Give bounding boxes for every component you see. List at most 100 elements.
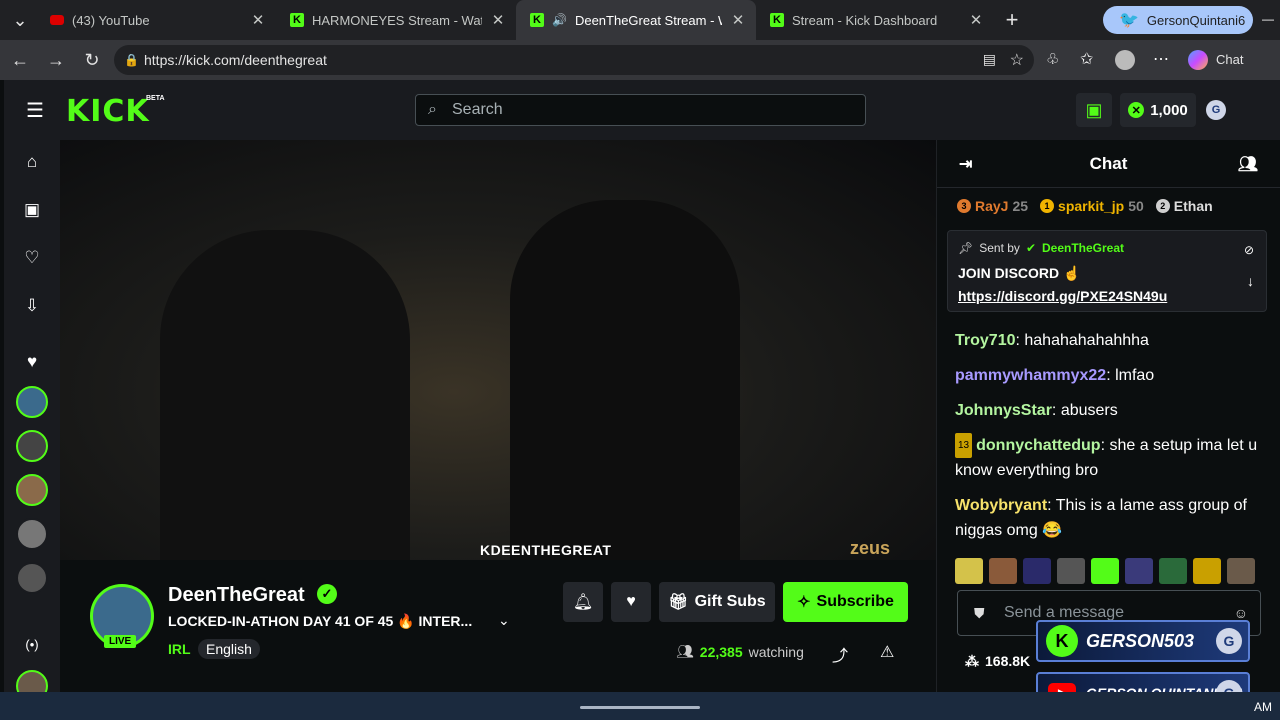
chat-username[interactable]: donnychattedup [976,437,1100,454]
extensions-icon[interactable]: ♧ [1046,50,1059,68]
pinned-link[interactable]: https://discord.gg/PXE24SN49u [958,288,1256,304]
followed-channel-avatar[interactable] [16,386,48,418]
tab-harmoneyes[interactable]: K HARMONEYES Stream - Watch Liv ✕ [276,0,516,40]
account-pill[interactable]: 🐦 GersonQuintani6 [1103,6,1253,34]
leaderboard-count: 50 [1128,198,1144,214]
speaker-icon[interactable]: 🔊 [552,13,567,27]
chat-text: lmfao [1115,367,1155,384]
channel-name[interactable]: DeenTheGreat [168,584,305,607]
points-button[interactable]: ✕ 1,000 [1120,93,1196,127]
user-menu-icon[interactable]: G [1206,100,1226,120]
expand-icon[interactable]: ↓ [1247,273,1254,289]
hamburger-menu-icon[interactable]: ☰ [26,98,44,123]
back-icon[interactable]: ← [2,42,38,78]
emote[interactable] [955,558,983,584]
browser-tab-bar: ⌄ (43) YouTube ✕ K HARMONEYES Stream - W… [0,0,1280,40]
menu-dots-icon[interactable]: ⋯ [1153,49,1169,69]
subscribe-button[interactable]: ✧ Subscribe [783,582,908,622]
copilot-icon[interactable] [1188,50,1208,70]
video-watermark: KDEENTHEGREAT [480,542,612,558]
emote[interactable] [1193,558,1221,584]
emote[interactable] [1227,558,1255,584]
rank-badge: 3 [957,199,971,213]
url-field[interactable]: 🔒 https://kick.com/deenthegreat ▤ ☆ [114,45,1034,75]
copilot-label[interactable]: Chat [1216,52,1243,67]
live-radio-icon[interactable]: (•) [18,630,46,658]
clock: AM [1254,700,1272,714]
chat-username[interactable]: Wobybryant [955,497,1047,514]
share-icon[interactable]: ⤴ [832,642,848,666]
browse-icon[interactable]: ▣ [18,196,46,224]
follow-heart-button[interactable]: ♥ [611,582,651,622]
pinned-sender[interactable]: DeenTheGreat [1042,241,1124,255]
stream-title: LOCKED-IN-ATHON DAY 41 OF 45 🔥 INTER... [168,613,473,629]
shield-icon: ⛊ [974,605,985,621]
close-icon[interactable]: ✕ [250,11,266,29]
leaderboard-item[interactable]: 1 sparkit_jp 50 [1040,198,1144,214]
emote[interactable] [1125,558,1153,584]
gift-subs-button[interactable]: 🎁︎ Gift Subs [659,582,775,622]
tab-kick-dashboard[interactable]: K Stream - Kick Dashboard ✕ [756,0,994,40]
following-icon[interactable]: ♡ [18,244,46,272]
close-icon[interactable]: ✕ [968,11,984,29]
reader-icon[interactable]: ▤ [983,51,996,68]
minimize-icon[interactable]: — [1262,12,1274,26]
tab-search-button[interactable]: ⌄ [4,2,36,38]
chat-message: pammywhammyx22: lmfao [955,367,1155,384]
collapse-chat-icon[interactable]: ⇥ [959,154,972,174]
home-icon[interactable]: ⌂ [18,148,46,176]
dashboard-button[interactable]: ▣ [1076,93,1112,127]
heart-icon[interactable]: ♥ [18,348,46,376]
kick-icon: K [1046,625,1078,657]
chat-username[interactable]: pammywhammyx22 [955,367,1106,384]
kick-logo[interactable]: KICK [66,94,150,129]
kick-icon: K [530,13,544,27]
leaderboard-count: 25 [1012,198,1029,214]
clips-icon[interactable]: ⇩ [18,292,46,320]
address-bar-row: ← → ↻ 🔒 https://kick.com/deenthegreat ▤ … [0,40,1280,80]
close-icon[interactable]: ✕ [730,11,746,29]
tab-deenthegreat[interactable]: K 🔊 DeenTheGreat Stream - Watc ✕ [516,0,756,40]
kick-handle-banner: K GERSON503 G [1036,620,1250,662]
followed-channel-avatar[interactable] [16,518,48,550]
emote[interactable] [1159,558,1187,584]
taskbar-handle[interactable] [580,706,700,709]
emote[interactable] [1057,558,1085,584]
new-tab-button[interactable]: + [994,2,1030,38]
tab-youtube[interactable]: (43) YouTube ✕ [36,0,276,40]
close-icon[interactable]: ✕ [490,11,506,29]
chevron-down-icon[interactable]: ⌄ [498,612,510,629]
emote[interactable] [1091,558,1119,584]
emote[interactable] [989,558,1017,584]
verified-icon: ✓ [317,584,337,604]
reload-icon[interactable]: ↻ [74,42,110,78]
search-input[interactable]: ⌕ Search [415,94,866,126]
profile-avatar[interactable] [1115,50,1135,70]
points-value: 1,000 [1150,101,1188,119]
kick-top-nav: ☰ KICK BETA ⌕ Search ▣ ✕ 1,000 G [4,80,1280,140]
video-player[interactable]: KDEENTHEGREAT zeus [60,140,936,560]
overlay-logo-icon: G [1216,628,1242,654]
emoji-icon[interactable]: ☺ [1234,605,1248,621]
chat-users-icon[interactable]: 👥︎ [1238,154,1258,174]
chat-footer-count: ⁂ 168.8K [965,653,1030,670]
language-tag[interactable]: English [198,639,260,659]
chat-username[interactable]: JohnnysStar [955,402,1052,419]
report-icon[interactable]: ⚠ [880,642,894,662]
emote[interactable] [1023,558,1051,584]
notification-bell-button[interactable]: 🔔︎ [563,582,603,622]
watching-label: watching [748,643,804,660]
subscribe-label: Subscribe [816,593,894,610]
footer-count: 168.8K [985,653,1031,669]
followed-channel-avatar[interactable] [16,474,48,506]
hide-icon[interactable]: ⊘ [1244,243,1254,257]
forward-icon[interactable]: → [38,42,74,78]
star-icon[interactable]: ☆ [1010,50,1024,70]
leaderboard-item[interactable]: 2 Ethan [1155,198,1213,214]
category-link[interactable]: IRL [168,641,191,657]
followed-channel-avatar[interactable] [16,562,48,594]
followed-channel-avatar[interactable] [16,430,48,462]
chat-username[interactable]: Troy710 [955,332,1015,349]
favorites-icon[interactable]: ✩ [1080,49,1093,69]
leaderboard-item[interactable]: 3 RayJ 25 [957,198,1028,214]
